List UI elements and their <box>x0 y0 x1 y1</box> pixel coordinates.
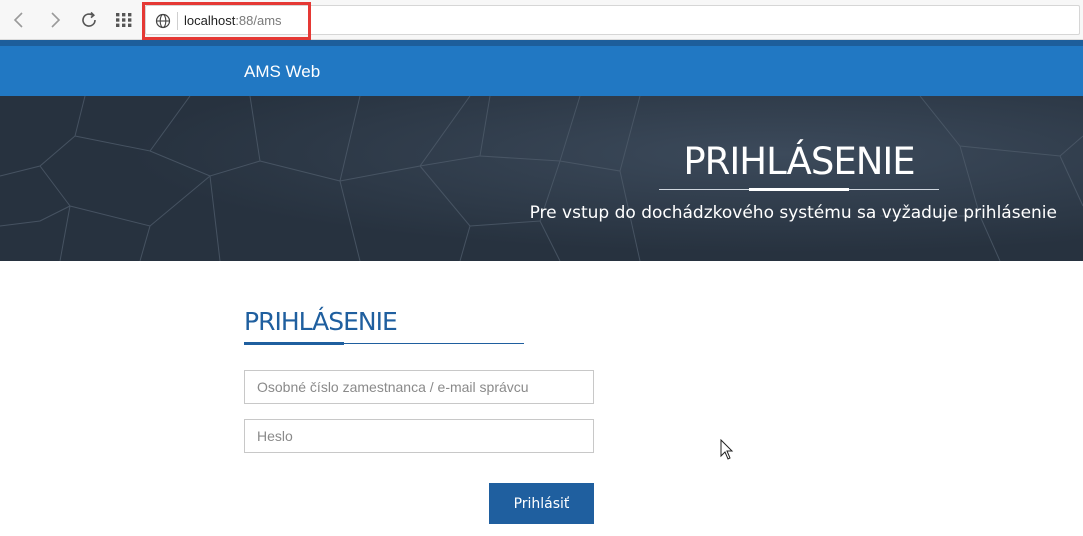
address-separator <box>177 12 178 30</box>
password-input[interactable] <box>244 419 594 453</box>
hero-subtitle: Pre vstup do dochádzkového systému sa vy… <box>529 203 1057 223</box>
hero-banner: PRIHLÁSENIE Pre vstup do dochádzkového s… <box>0 96 1083 261</box>
url-host: localhost <box>184 13 236 28</box>
forward-button[interactable] <box>43 8 67 32</box>
login-form-underline-accent <box>244 342 344 345</box>
url-text[interactable]: localhost:88/ams <box>184 13 282 28</box>
site-navbar: AMS Web <box>0 46 1083 96</box>
mouse-cursor-icon <box>720 439 734 460</box>
login-form-title: PRIHLÁSENIE <box>244 307 398 336</box>
apps-grid-button[interactable] <box>112 8 136 32</box>
apps-grid-icon <box>116 13 132 27</box>
address-bar[interactable]: localhost:88/ams <box>145 5 1080 35</box>
employee-id-email-input[interactable] <box>244 370 594 404</box>
back-button[interactable] <box>7 8 31 32</box>
back-icon <box>13 12 23 28</box>
forward-icon <box>51 12 61 28</box>
reload-icon <box>82 11 96 27</box>
reload-button[interactable] <box>77 8 101 32</box>
globe-icon <box>155 13 171 29</box>
browser-toolbar: localhost:88/ams <box>0 0 1083 40</box>
url-path: :88/ams <box>235 13 282 28</box>
brand-link[interactable]: AMS Web <box>244 62 320 82</box>
hero-title-underline-accent <box>749 188 849 191</box>
hero-title: PRIHLÁSENIE <box>683 140 915 183</box>
login-button[interactable]: Prihlásiť <box>489 483 594 524</box>
